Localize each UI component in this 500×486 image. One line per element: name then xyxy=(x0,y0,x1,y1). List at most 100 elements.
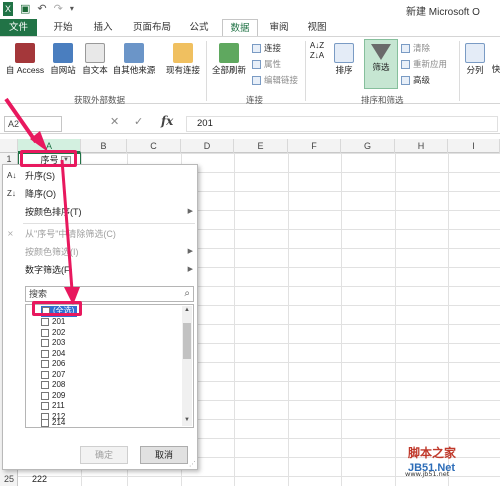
tab-view[interactable]: 视图 xyxy=(302,19,332,36)
checkbox xyxy=(41,381,49,390)
cancel-button[interactable]: 取消 xyxy=(140,446,188,464)
existing-connections-button[interactable]: 现有连接 xyxy=(163,43,203,76)
tab-review[interactable]: 审阅 xyxy=(264,19,294,36)
sort-descending-icon: Z↓ xyxy=(7,189,16,198)
row-header-25[interactable]: 25 xyxy=(0,474,18,484)
list-item[interactable]: 208 xyxy=(41,380,65,391)
connections-button[interactable]: 连接 xyxy=(252,42,281,54)
column-header-c[interactable]: C xyxy=(127,139,181,153)
clear-filter-item[interactable]: ⨯ 从"序号"中清除筛选(C) xyxy=(3,226,199,242)
list-item[interactable]: 201 xyxy=(41,317,65,328)
sort-ascending-item[interactable]: A↓ 升序(S) xyxy=(3,168,199,184)
excel-window: { "window":{"title":"新建 Microsoft O"}, "… xyxy=(0,0,500,486)
sort-descending-item[interactable]: Z↓ 降序(O) xyxy=(3,186,199,202)
column-header-d[interactable]: D xyxy=(181,139,234,153)
filter-button[interactable]: 筛选 xyxy=(364,39,398,89)
grid-line xyxy=(288,153,289,486)
list-item[interactable]: 211 xyxy=(41,401,65,412)
from-web-button[interactable]: 自网站 xyxy=(48,43,78,76)
properties-label: 属性 xyxy=(264,59,282,69)
filter-search-input[interactable]: 搜索 ⌕ xyxy=(25,286,194,302)
window-title: 新建 Microsoft O xyxy=(406,7,480,18)
sort-by-color-item[interactable]: 按颜色排序(T) ▶ xyxy=(3,204,199,220)
list-item[interactable]: 203 xyxy=(41,338,65,349)
select-all-corner[interactable] xyxy=(0,139,18,153)
group-label-external-data: 获取外部数据 xyxy=(74,95,126,105)
sort-az-button[interactable]: A↓Z Z↓A xyxy=(309,41,325,61)
tab-page-layout[interactable]: 页面布局 xyxy=(128,19,176,36)
tab-data[interactable]: 数据 xyxy=(222,19,258,36)
list-item-label: 209 xyxy=(52,390,66,400)
list-item[interactable]: 207 xyxy=(41,370,65,381)
from-other-sources-button[interactable]: 自其他来源 xyxy=(111,43,157,76)
text-to-columns-button[interactable]: 分列 xyxy=(463,43,487,76)
connections-label: 连接 xyxy=(264,43,282,53)
scroll-down-icon[interactable]: ▼ xyxy=(183,417,191,423)
list-item-label: 208 xyxy=(52,380,66,389)
clear-button[interactable]: 清除 xyxy=(401,42,430,54)
other-sources-icon xyxy=(124,43,144,63)
scrollbar-thumb[interactable] xyxy=(183,323,191,359)
reapply-button[interactable]: 重新应用 xyxy=(401,58,447,70)
sort-button[interactable]: 排序 xyxy=(330,43,358,76)
ribbon-separator xyxy=(206,41,207,101)
checkbox xyxy=(41,370,49,379)
list-item-label: 214 xyxy=(52,418,66,427)
refresh-all-button[interactable]: 全部刷新 xyxy=(209,43,249,76)
list-item[interactable]: 202 xyxy=(41,328,65,339)
watermark-url: www.jb51.net xyxy=(405,470,450,478)
properties-button[interactable]: 属性 xyxy=(252,58,281,70)
name-box[interactable]: A2 xyxy=(4,116,62,132)
column-header-h[interactable]: H xyxy=(395,139,448,153)
from-access-button[interactable]: 自 Access xyxy=(3,43,47,76)
highlight-box-select-all xyxy=(32,301,82,316)
column-header-e[interactable]: E xyxy=(234,139,288,153)
grid-line xyxy=(448,153,449,486)
customize-icon[interactable]: ▾ xyxy=(70,2,74,16)
refresh-all-label: 全部刷新 xyxy=(211,65,246,75)
insert-function-icon[interactable]: fx xyxy=(161,114,173,128)
save-icon[interactable]: ▣ xyxy=(20,2,30,16)
list-item[interactable]: 204 xyxy=(41,349,65,360)
filter-by-color-item[interactable]: 按颜色筛选(I) ▶ xyxy=(3,244,199,260)
redo-icon[interactable]: ↷ xyxy=(54,2,63,16)
list-item-label: 211 xyxy=(52,401,65,410)
checkbox xyxy=(41,419,49,428)
cancel-formula-icon[interactable]: ✕ xyxy=(110,115,119,128)
edit-links-button[interactable]: 编辑链接 xyxy=(252,74,298,86)
column-header-b[interactable]: B xyxy=(81,139,127,153)
sort-by-color-label: 按颜色排序(T) xyxy=(25,207,82,217)
filter-label: 筛选 xyxy=(372,62,390,72)
list-item[interactable]: 206 xyxy=(41,359,65,370)
flash-fill-button[interactable]: 快 xyxy=(490,64,500,75)
formula-bar: A2 ✕ ✓ fx 201 xyxy=(0,112,500,134)
tab-insert[interactable]: 插入 xyxy=(88,19,118,36)
confirm-formula-icon[interactable]: ✓ xyxy=(134,115,143,128)
reapply-icon xyxy=(401,59,410,69)
tab-home[interactable]: 开始 xyxy=(48,19,78,36)
formula-input[interactable]: 201 xyxy=(186,116,498,132)
group-label-connections: 连接 xyxy=(246,95,264,105)
row-header-1[interactable]: 1 xyxy=(0,154,18,164)
tab-file[interactable]: 文件 xyxy=(0,19,37,36)
filter-value-list[interactable]: (全选) 201 202 203 204 206 207 208 209 211… xyxy=(25,304,194,428)
advanced-button[interactable]: 高级 xyxy=(401,74,430,86)
from-text-button[interactable]: 自文本 xyxy=(80,43,110,76)
column-header-g[interactable]: G xyxy=(341,139,395,153)
number-filters-item[interactable]: 数字筛选(F) ▶ xyxy=(3,262,199,278)
ok-button[interactable]: 确定 xyxy=(80,446,128,464)
list-item[interactable]: 209 xyxy=(41,391,65,402)
cell-a25[interactable]: 222 xyxy=(32,474,47,484)
excel-logo-icon: X xyxy=(3,2,14,16)
column-header-i[interactable]: I xyxy=(448,139,500,153)
tab-formulas[interactable]: 公式 xyxy=(184,19,214,36)
column-header-f[interactable]: F xyxy=(288,139,341,153)
checkbox xyxy=(41,402,49,411)
number-filters-label: 数字筛选(F) xyxy=(25,265,73,275)
advanced-icon xyxy=(401,75,410,85)
list-scrollbar[interactable]: ▲ ▼ xyxy=(182,306,192,426)
list-item[interactable]: 214 xyxy=(41,418,65,429)
resize-grip-icon[interactable]: ⋰ xyxy=(189,460,196,468)
undo-icon[interactable]: ↶ xyxy=(37,2,46,16)
scroll-up-icon[interactable]: ▲ xyxy=(183,307,191,313)
